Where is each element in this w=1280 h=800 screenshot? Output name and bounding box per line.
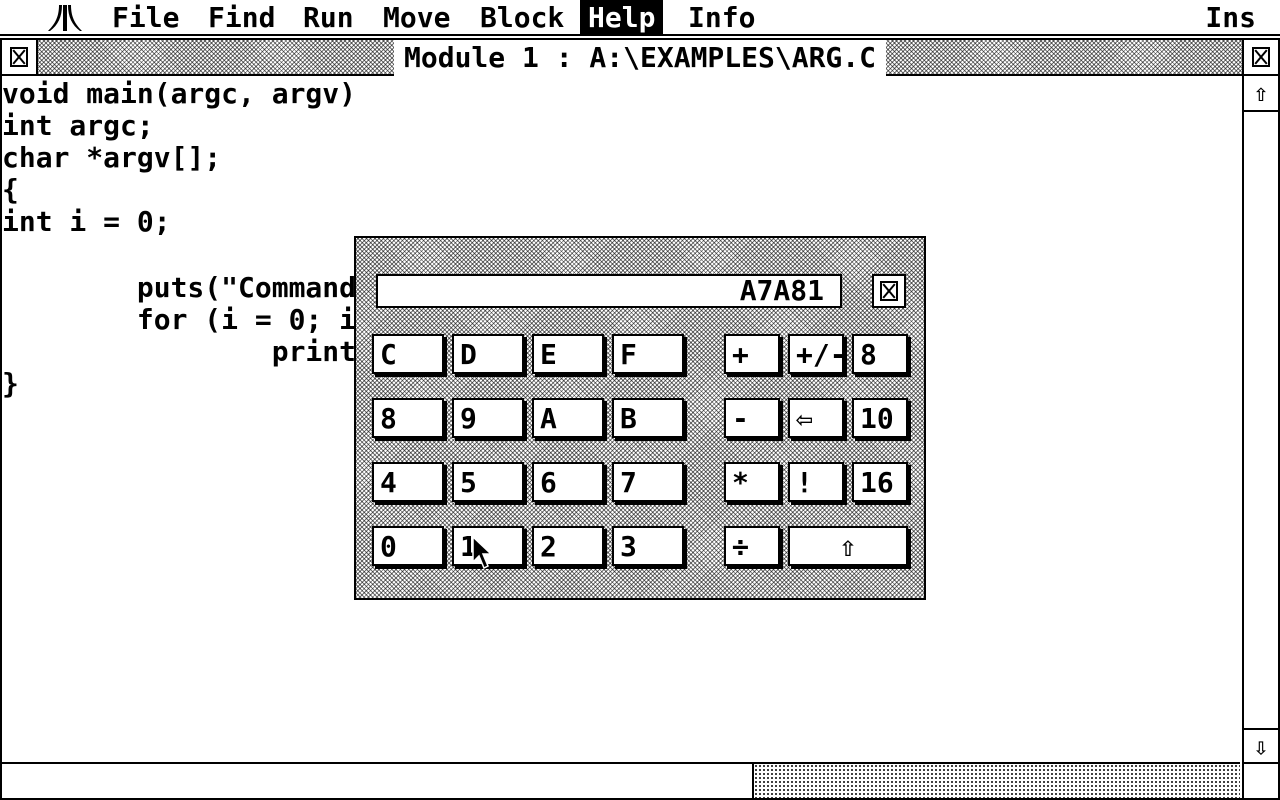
key-1[interactable]: 1 — [452, 526, 524, 566]
key-4[interactable]: 4 — [372, 462, 444, 502]
code-line: for (i = 0; i — [2, 303, 357, 336]
key-5[interactable]: 5 — [452, 462, 524, 502]
key-b[interactable]: B — [612, 398, 684, 438]
key-6[interactable]: 6 — [532, 462, 604, 502]
key-a[interactable]: A — [532, 398, 604, 438]
key-f[interactable]: F — [612, 334, 684, 374]
key-d[interactable]: D — [452, 334, 524, 374]
menu-block[interactable]: Block — [472, 0, 572, 34]
window-title: Module 1 : A:\EXAMPLES\ARG.C — [393, 40, 887, 76]
key-2[interactable]: 2 — [532, 526, 604, 566]
calculator-display: A7A81 — [376, 274, 842, 308]
menu-run[interactable]: Run — [295, 0, 362, 34]
title-bar-pattern: Module 1 : A:\EXAMPLES\ARG.C — [38, 40, 1242, 76]
horizontal-scrollbar[interactable] — [2, 762, 1240, 798]
vertical-scrollbar[interactable]: ⇧ ⇩ — [1242, 76, 1278, 764]
key-e[interactable]: E — [532, 334, 604, 374]
key-8[interactable]: 8 — [372, 398, 444, 438]
resize-box[interactable] — [1242, 762, 1278, 798]
key-plus[interactable]: + — [724, 334, 780, 374]
key-c[interactable]: C — [372, 334, 444, 374]
key-multiply[interactable]: * — [724, 462, 780, 502]
key-base-16[interactable]: 16 — [852, 462, 908, 502]
close-icon — [10, 47, 28, 67]
scroll-up-arrow-icon[interactable]: ⇧ — [1244, 76, 1278, 112]
key-minus[interactable]: - — [724, 398, 780, 438]
key-plus-minus[interactable]: +/- — [788, 334, 847, 374]
menu-bar: File Find Run Move Block Help Info Ins — [0, 0, 1280, 36]
menu-info[interactable]: Info — [680, 0, 763, 34]
key-base-10[interactable]: 10 — [852, 398, 908, 438]
calculator-close-button[interactable] — [872, 274, 906, 308]
code-line: } — [2, 367, 19, 400]
code-line: int i = 0; — [2, 205, 171, 238]
scroll-down-arrow-icon[interactable]: ⇩ — [1244, 728, 1278, 764]
key-backspace[interactable]: ⇦ — [788, 398, 844, 438]
code-line: printf — [2, 335, 373, 368]
menu-help[interactable]: Help — [580, 0, 664, 34]
close-icon — [880, 281, 898, 301]
key-0[interactable]: 0 — [372, 526, 444, 566]
key-divide[interactable]: ÷ — [724, 526, 780, 566]
insert-mode-indicator: Ins — [1205, 1, 1256, 34]
hex-calculator-dialog: A7A81 C D E F + +/- 8 8 9 A B - ⇦ 10 4 5… — [354, 236, 926, 600]
key-3[interactable]: 3 — [612, 526, 684, 566]
key-not[interactable]: ! — [788, 462, 844, 502]
window-title-bar[interactable]: Module 1 : A:\EXAMPLES\ARG.C — [2, 40, 1278, 76]
key-9[interactable]: 9 — [452, 398, 524, 438]
menu-move[interactable]: Move — [375, 0, 458, 34]
key-base-8[interactable]: 8 — [852, 334, 908, 374]
code-line: puts("Command — [2, 271, 357, 304]
menu-file[interactable]: File — [104, 0, 187, 34]
code-line: int argc; — [2, 109, 154, 142]
fullscreen-icon — [1252, 47, 1270, 67]
code-line: char *argv[]; — [2, 141, 222, 174]
full-box[interactable] — [1242, 40, 1278, 74]
horizontal-scroll-track[interactable] — [752, 764, 1240, 798]
atari-logo-icon[interactable] — [48, 4, 82, 32]
key-shift[interactable]: ⇧ — [788, 526, 908, 566]
code-line: { — [2, 173, 19, 206]
close-box[interactable] — [2, 40, 38, 74]
menu-find[interactable]: Find — [200, 0, 283, 34]
key-7[interactable]: 7 — [612, 462, 684, 502]
code-line: void main(argc, argv) — [2, 78, 357, 110]
